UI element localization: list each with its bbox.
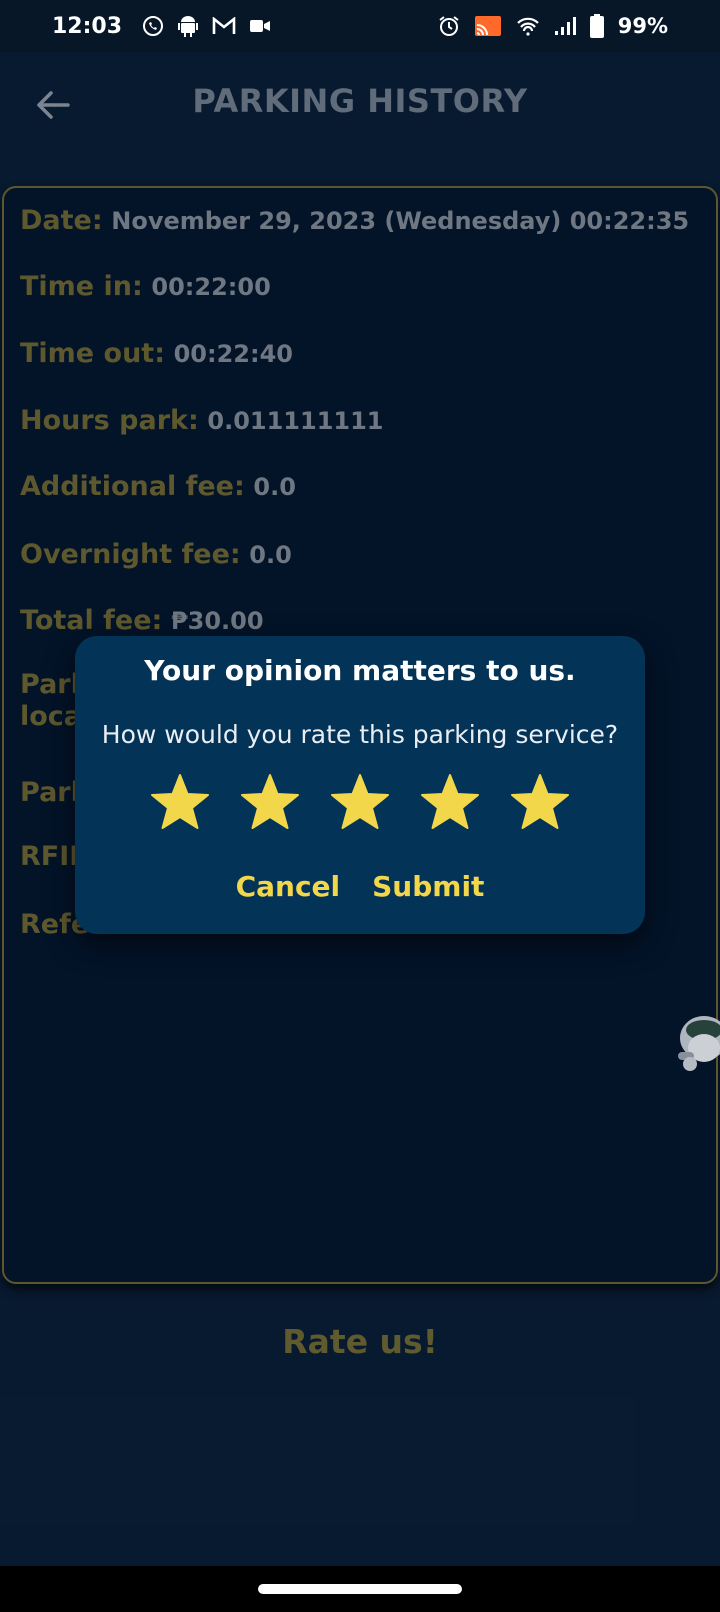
overnight-fee-value: 0.0 [249,541,292,569]
star-icon[interactable] [149,772,211,834]
detail-date: Date: November 29, 2023 (Wednesday) 00:2… [20,204,706,238]
astronaut-mascot-icon[interactable] [668,1008,720,1080]
status-bar: 12:03 99% [0,0,720,52]
star-rating[interactable] [75,772,645,834]
cancel-button[interactable]: Cancel [236,870,341,903]
submit-button[interactable]: Submit [372,870,484,903]
viber-icon [142,14,164,38]
total-fee-value: ₱30.00 [170,607,264,635]
detail-hours-park: Hours park: 0.011111111 [20,404,706,438]
battery-percent: 99% [617,14,668,38]
date-label: Date: [20,205,103,236]
android-icon [178,14,199,38]
page-title: PARKING HISTORY [192,82,528,120]
overnight-fee-label: Overnight fee: [20,539,241,570]
hours-park-value: 0.011111111 [207,407,384,435]
rate-us-link[interactable]: Rate us! [0,1322,720,1361]
dialog-title: Your opinion matters to us. [144,654,576,687]
detail-additional-fee: Additional fee: 0.0 [20,470,706,504]
total-fee-label: Total fee: [20,605,163,636]
parking-location-label-2: loca [20,701,83,732]
time-in-label: Time in: [20,271,143,302]
star-icon[interactable] [329,772,391,834]
status-time: 12:03 [52,13,123,39]
rating-dialog: Your opinion matters to us. How would yo… [75,636,645,934]
detail-time-out: Time out: 00:22:40 [20,337,706,371]
hours-park-label: Hours park: [20,405,199,436]
app-bar: PARKING HISTORY [0,52,720,158]
star-icon[interactable] [509,772,571,834]
navigation-bar [0,1566,720,1612]
time-out-label: Time out: [20,338,165,369]
additional-fee-label: Additional fee: [20,471,245,502]
detail-time-in: Time in: 00:22:00 [20,270,706,304]
dialog-actions: Cancel Submit [75,870,645,903]
gmail-icon [212,14,236,38]
wifi-icon [516,14,540,38]
star-icon[interactable] [239,772,301,834]
battery-icon [589,14,604,38]
star-icon[interactable] [419,772,481,834]
detail-total-fee: Total fee: ₱30.00 [20,604,706,638]
time-in-value: 00:22:00 [151,273,271,301]
home-indicator[interactable] [258,1584,462,1594]
detail-overnight-fee: Overnight fee: 0.0 [20,538,706,572]
alarm-icon [438,14,460,38]
dialog-message: How would you rate this parking service? [101,720,619,749]
date-value: November 29, 2023 (Wednesday) 00:22:35 [111,207,690,235]
signal-icon [554,14,576,38]
video-icon [250,14,271,38]
cast-icon [474,14,502,38]
additional-fee-value: 0.0 [253,473,296,501]
status-right: 99% [438,14,668,38]
time-out-value: 00:22:40 [173,340,293,368]
status-left: 12:03 [52,13,271,39]
